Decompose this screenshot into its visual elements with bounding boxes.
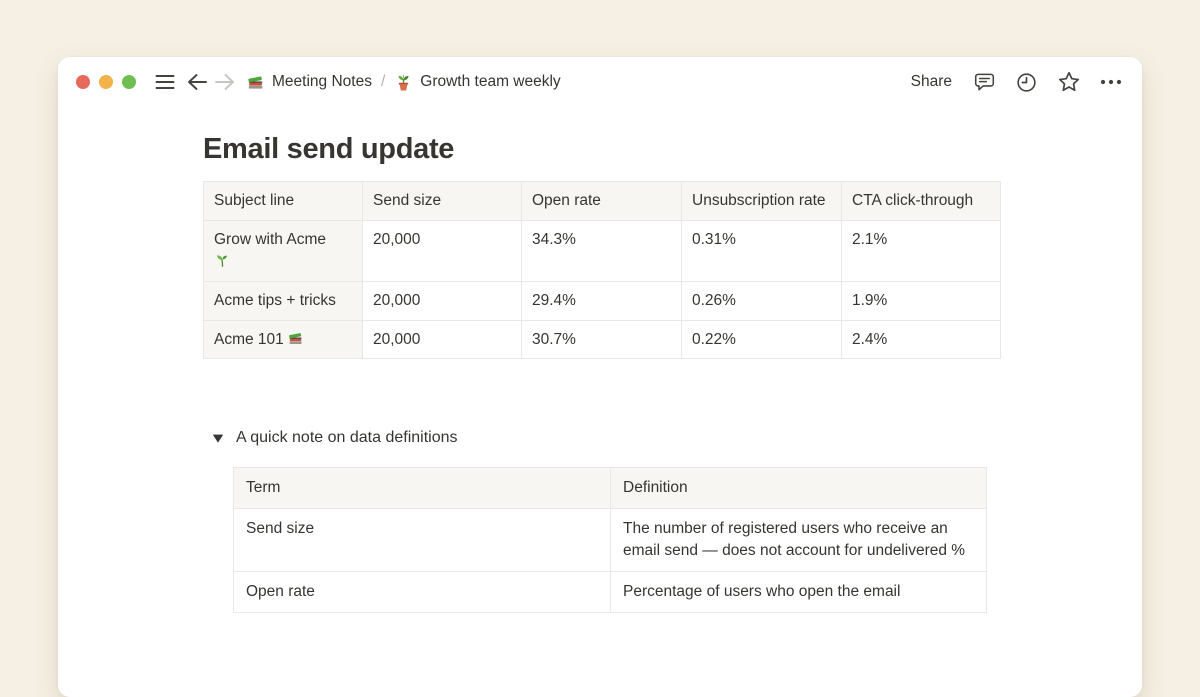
minimize-window-button[interactable]: [99, 75, 113, 89]
definitions-table: Term Definition Send size The number of …: [233, 467, 987, 613]
arrow-right-icon: [214, 73, 235, 91]
cell-send-size[interactable]: 20,000: [363, 220, 522, 282]
cell-unsubscription-rate[interactable]: 0.22%: [682, 320, 842, 359]
cell-term[interactable]: Open rate: [234, 572, 611, 613]
sidebar-menu-button[interactable]: [151, 69, 178, 96]
cell-send-size[interactable]: 20,000: [363, 282, 522, 321]
breadcrumb-separator: /: [380, 73, 386, 91]
more-options-button[interactable]: [1097, 69, 1124, 96]
header-cell-unsubscription-rate[interactable]: Unsubscription rate: [682, 182, 842, 221]
back-button[interactable]: [184, 69, 211, 96]
toggle-collapse-button[interactable]: [205, 426, 231, 450]
cell-unsubscription-rate[interactable]: 0.26%: [682, 282, 842, 321]
header-cell-send-size[interactable]: Send size: [363, 182, 522, 221]
potted-plant-icon: [394, 73, 413, 92]
page-title[interactable]: Email send update: [203, 131, 1142, 167]
share-button[interactable]: Share: [907, 71, 956, 93]
app-window: Meeting Notes / Growth team weekly: [58, 57, 1142, 697]
comment-icon: [973, 71, 996, 93]
hamburger-icon: [155, 74, 175, 90]
cell-subject[interactable]: Grow with Acme: [204, 220, 363, 282]
breadcrumb-label: Meeting Notes: [272, 73, 372, 91]
books-icon: [246, 73, 265, 92]
arrow-left-icon: [187, 73, 208, 91]
header-cell-subject-line[interactable]: Subject line: [204, 182, 363, 221]
table-header-row: Subject line Send size Open rate Unsubsc…: [204, 182, 1001, 221]
cell-open-rate[interactable]: 29.4%: [522, 282, 682, 321]
zoom-window-button[interactable]: [122, 75, 136, 89]
toggle-label[interactable]: A quick note on data definitions: [236, 425, 458, 451]
cell-cta-click-through[interactable]: 1.9%: [842, 282, 1001, 321]
cell-cta-click-through[interactable]: 2.4%: [842, 320, 1001, 359]
close-window-button[interactable]: [76, 75, 90, 89]
books-icon: [287, 330, 304, 347]
table-header-row: Term Definition: [234, 468, 987, 509]
cell-subject[interactable]: Acme 101: [204, 320, 363, 359]
history-button[interactable]: [1013, 69, 1040, 96]
header-cell-term[interactable]: Term: [234, 468, 611, 509]
history-clock-icon: [1015, 71, 1038, 94]
header-cell-open-rate[interactable]: Open rate: [522, 182, 682, 221]
cell-open-rate[interactable]: 34.3%: [522, 220, 682, 282]
toggle-block: A quick note on data definitions: [205, 425, 1142, 451]
cell-open-rate[interactable]: 30.7%: [522, 320, 682, 359]
more-ellipsis-icon: [1100, 79, 1122, 85]
cell-unsubscription-rate[interactable]: 0.31%: [682, 220, 842, 282]
table-row: Send size The number of registered users…: [234, 509, 987, 572]
header-cell-definition[interactable]: Definition: [611, 468, 987, 509]
triangle-down-icon: [212, 433, 224, 444]
topbar-actions: Share: [907, 69, 1124, 96]
forward-button[interactable]: [211, 69, 238, 96]
table-row: Open rate Percentage of users who open t…: [234, 572, 987, 613]
cell-cta-click-through[interactable]: 2.1%: [842, 220, 1001, 282]
window-controls: [76, 75, 136, 89]
comments-button[interactable]: [971, 69, 998, 96]
breadcrumb-item-meeting-notes[interactable]: Meeting Notes: [246, 73, 372, 92]
document-body: Email send update Subject line Send size…: [58, 131, 1142, 613]
breadcrumb: Meeting Notes / Growth team weekly: [246, 73, 561, 92]
seedling-icon: [214, 252, 352, 273]
table-row: Acme 101 20,000 30.7% 0.22% 2.: [204, 320, 1001, 359]
favorite-button[interactable]: [1055, 69, 1082, 96]
header-cell-cta-click-through[interactable]: CTA click-through: [842, 182, 1001, 221]
breadcrumb-label: Growth team weekly: [420, 73, 560, 91]
star-icon: [1057, 70, 1081, 94]
breadcrumb-item-growth-team-weekly[interactable]: Growth team weekly: [394, 73, 560, 92]
email-metrics-table: Subject line Send size Open rate Unsubsc…: [203, 181, 1001, 359]
cell-term[interactable]: Send size: [234, 509, 611, 572]
cell-send-size[interactable]: 20,000: [363, 320, 522, 359]
table-row: Grow with Acme 20,000 34.3% 0.31% 2.1%: [204, 220, 1001, 282]
cell-definition[interactable]: The number of registered users who recei…: [611, 509, 987, 572]
topbar: Meeting Notes / Growth team weekly: [58, 57, 1142, 107]
cell-definition[interactable]: Percentage of users who open the email: [611, 572, 987, 613]
cell-subject[interactable]: Acme tips + tricks: [204, 282, 363, 321]
table-row: Acme tips + tricks 20,000 29.4% 0.26% 1.…: [204, 282, 1001, 321]
